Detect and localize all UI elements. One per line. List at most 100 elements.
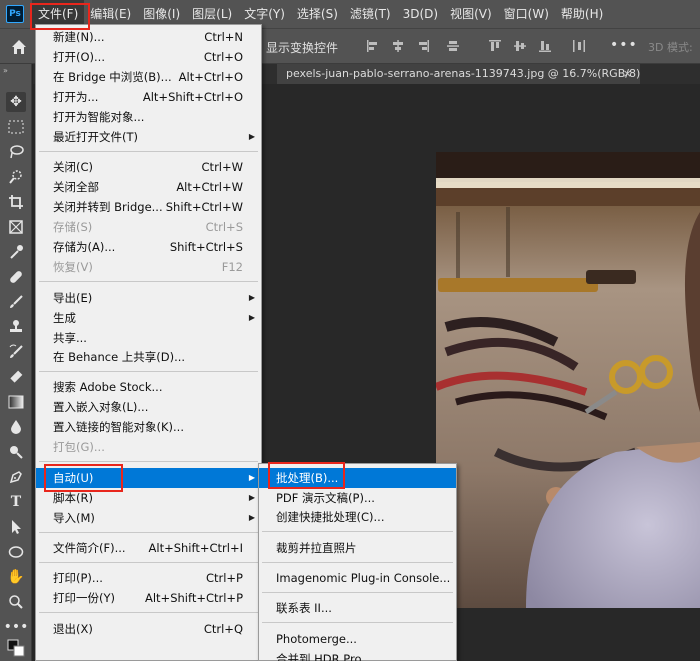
submenu-arrow-icon: ▶ — [248, 493, 255, 502]
menu-item-exit[interactable]: 退出(X) Ctrl+Q — [36, 619, 261, 639]
menu-item-open-as[interactable]: 打开为... Alt+Shift+Ctrl+O — [36, 87, 261, 107]
history-brush-tool-icon[interactable] — [6, 342, 26, 362]
menu-separator — [39, 151, 258, 152]
type-tool-icon[interactable]: T — [6, 492, 26, 512]
menu-item-file-info[interactable]: 文件简介(F)... Alt+Shift+Ctrl+I — [36, 538, 261, 558]
menu-separator — [39, 612, 258, 613]
tools-panel: » ✥ T ✋ ••• — [0, 64, 32, 661]
color-swatches-icon[interactable] — [6, 638, 26, 658]
file-menu-dropdown: 新建(N)... Ctrl+N 打开(O)... Ctrl+O 在 Bridge 中… — [35, 24, 262, 661]
submenu-arrow-icon: ▶ — [248, 313, 255, 322]
menu-3d[interactable]: 3D(D) — [397, 0, 444, 28]
menu-separator — [262, 622, 453, 623]
menu-view[interactable]: 视图(V) — [444, 0, 498, 28]
automate-submenu: 批处理(B)... PDF 演示文稿(P)... 创建快捷批处理(C)... 裁… — [258, 463, 457, 661]
stamp-tool-icon[interactable] — [6, 317, 26, 337]
eyedropper-tool-icon[interactable] — [6, 242, 26, 262]
menu-separator — [39, 461, 258, 462]
menu-separator — [262, 562, 453, 563]
healing-brush-tool-icon[interactable] — [6, 267, 26, 287]
menu-help[interactable]: 帮助(H) — [555, 0, 609, 28]
align-right-icon[interactable] — [416, 39, 430, 53]
document-image[interactable] — [436, 152, 700, 608]
edit-toolbar-icon[interactable]: ••• — [4, 617, 29, 637]
ellipse-tool-icon[interactable] — [6, 542, 26, 562]
home-icon[interactable] — [10, 38, 28, 56]
submenu-arrow-icon: ▶ — [248, 473, 255, 482]
annotation-box-batch — [268, 462, 345, 489]
gradient-tool-icon[interactable] — [6, 392, 26, 412]
menu-separator — [39, 371, 258, 372]
show-transform-controls-label[interactable]: 显示变换控件 — [266, 39, 338, 56]
menu-item-search-adobe-stock[interactable]: 搜索 Adobe Stock... — [36, 377, 261, 397]
quick-select-tool-icon[interactable] — [6, 167, 26, 187]
distribute-vcenter-icon[interactable] — [513, 39, 527, 53]
distribute-top-icon[interactable] — [488, 39, 502, 53]
frame-tool-icon[interactable] — [6, 217, 26, 237]
zoom-tool-icon[interactable] — [6, 592, 26, 612]
distribute-bottom-icon[interactable] — [538, 39, 552, 53]
menu-item-import[interactable]: 导入(M) ▶ — [36, 508, 261, 528]
align-left-icon[interactable] — [366, 39, 380, 53]
menu-item-place-linked[interactable]: 置入链接的智能对象(K)... — [36, 417, 261, 437]
menu-item-print-one-copy[interactable]: 打印一份(Y) Alt+Shift+Ctrl+P — [36, 588, 261, 608]
photoshop-logo: Ps — [6, 5, 24, 23]
menu-item-share[interactable]: 共享... — [36, 328, 261, 348]
submenu-item-crop-and-straighten[interactable]: 裁剪并拉直照片 — [259, 538, 456, 558]
menu-filter[interactable]: 滤镜(T) — [344, 0, 397, 28]
menu-item-save: 存储(S) Ctrl+S — [53, 220, 243, 234]
dodge-tool-icon[interactable] — [6, 442, 26, 462]
menu-item-export[interactable]: 导出(E) ▶ — [36, 288, 261, 308]
submenu-arrow-icon: ▶ — [248, 293, 255, 302]
menu-select[interactable]: 选择(S) — [291, 0, 344, 28]
pen-tool-icon[interactable] — [6, 467, 26, 487]
menu-item-close[interactable]: 关闭(C) Ctrl+W — [36, 157, 261, 177]
menu-item-print[interactable]: 打印(P)... Ctrl+P — [36, 568, 261, 588]
menu-item-close-and-go-to-bridge[interactable]: 关闭并转到 Bridge... Shift+Ctrl+W — [36, 197, 261, 217]
menu-item-new[interactable]: 新建(N)... Ctrl+N — [36, 27, 261, 47]
align-middle-icon[interactable] — [446, 39, 460, 53]
move-tool-icon[interactable]: ✥ — [6, 92, 26, 112]
panel-collapse-icon[interactable]: » — [3, 66, 8, 75]
menu-item-generate[interactable]: 生成 ▶ — [36, 308, 261, 328]
lasso-tool-icon[interactable] — [6, 142, 26, 162]
marquee-tool-icon[interactable] — [6, 117, 26, 137]
hand-tool-icon[interactable]: ✋ — [6, 567, 26, 587]
submenu-item-photomerge[interactable]: Photomerge... — [259, 629, 456, 649]
distribute-horizontal-icon[interactable] — [572, 39, 586, 53]
menu-item-place-embedded[interactable]: 置入嵌入对象(L)... — [36, 397, 261, 417]
menu-separator — [39, 562, 258, 563]
path-selection-tool-icon[interactable] — [6, 517, 26, 537]
align-center-icon[interactable] — [391, 39, 405, 53]
menu-item-save-as[interactable]: 存储为(A)... Shift+Ctrl+S — [36, 237, 261, 257]
submenu-item-contact-sheet[interactable]: 联系表 II... — [259, 598, 456, 618]
menu-item-share-on-behance[interactable]: 在 Behance 上共享(D)... — [36, 347, 261, 367]
menu-separator — [262, 531, 453, 532]
menu-item-open-as-smart-object[interactable]: 打开为智能对象... — [36, 107, 261, 127]
brush-tool-icon[interactable] — [6, 292, 26, 312]
annotation-box-file-menu — [30, 3, 90, 30]
document-tab[interactable]: pexels-juan-pablo-serrano-arenas-1139743… — [277, 64, 640, 84]
crop-tool-icon[interactable] — [6, 192, 26, 212]
menu-separator — [39, 281, 258, 282]
submenu-item-pdf-presentation[interactable]: PDF 演示文稿(P)... — [259, 488, 456, 508]
menu-item-revert: 恢复(V) F12 — [53, 260, 243, 274]
blur-tool-icon[interactable] — [6, 417, 26, 437]
submenu-item-create-droplet[interactable]: 创建快捷批处理(C)... — [259, 507, 456, 527]
submenu-arrow-icon: ▶ — [248, 132, 255, 141]
menu-item-recent-files[interactable]: 最近打开文件(T) ▶ — [36, 127, 261, 147]
submenu-item-merge-to-hdr[interactable]: 合并到 HDR Pro... — [259, 649, 456, 661]
menu-item-browse-in-bridge[interactable]: 在 Bridge 中浏览(B)... Alt+Ctrl+O — [36, 67, 261, 87]
menu-window[interactable]: 窗口(W) — [498, 0, 555, 28]
submenu-item-imagenomic-console[interactable]: Imagenomic Plug-in Console... — [259, 568, 456, 588]
submenu-arrow-icon: ▶ — [248, 513, 255, 522]
menu-separator — [39, 532, 258, 533]
menu-item-close-all[interactable]: 关闭全部 Alt+Ctrl+W — [36, 177, 261, 197]
more-options-icon[interactable]: ••• — [610, 37, 638, 53]
menu-separator — [262, 592, 453, 593]
3d-mode-label: 3D 模式: — [648, 41, 693, 54]
menu-item-open[interactable]: 打开(O)... Ctrl+O — [36, 47, 261, 67]
close-tab-icon[interactable]: × — [623, 64, 632, 84]
annotation-box-automate — [44, 464, 123, 492]
eraser-tool-icon[interactable] — [6, 367, 26, 387]
